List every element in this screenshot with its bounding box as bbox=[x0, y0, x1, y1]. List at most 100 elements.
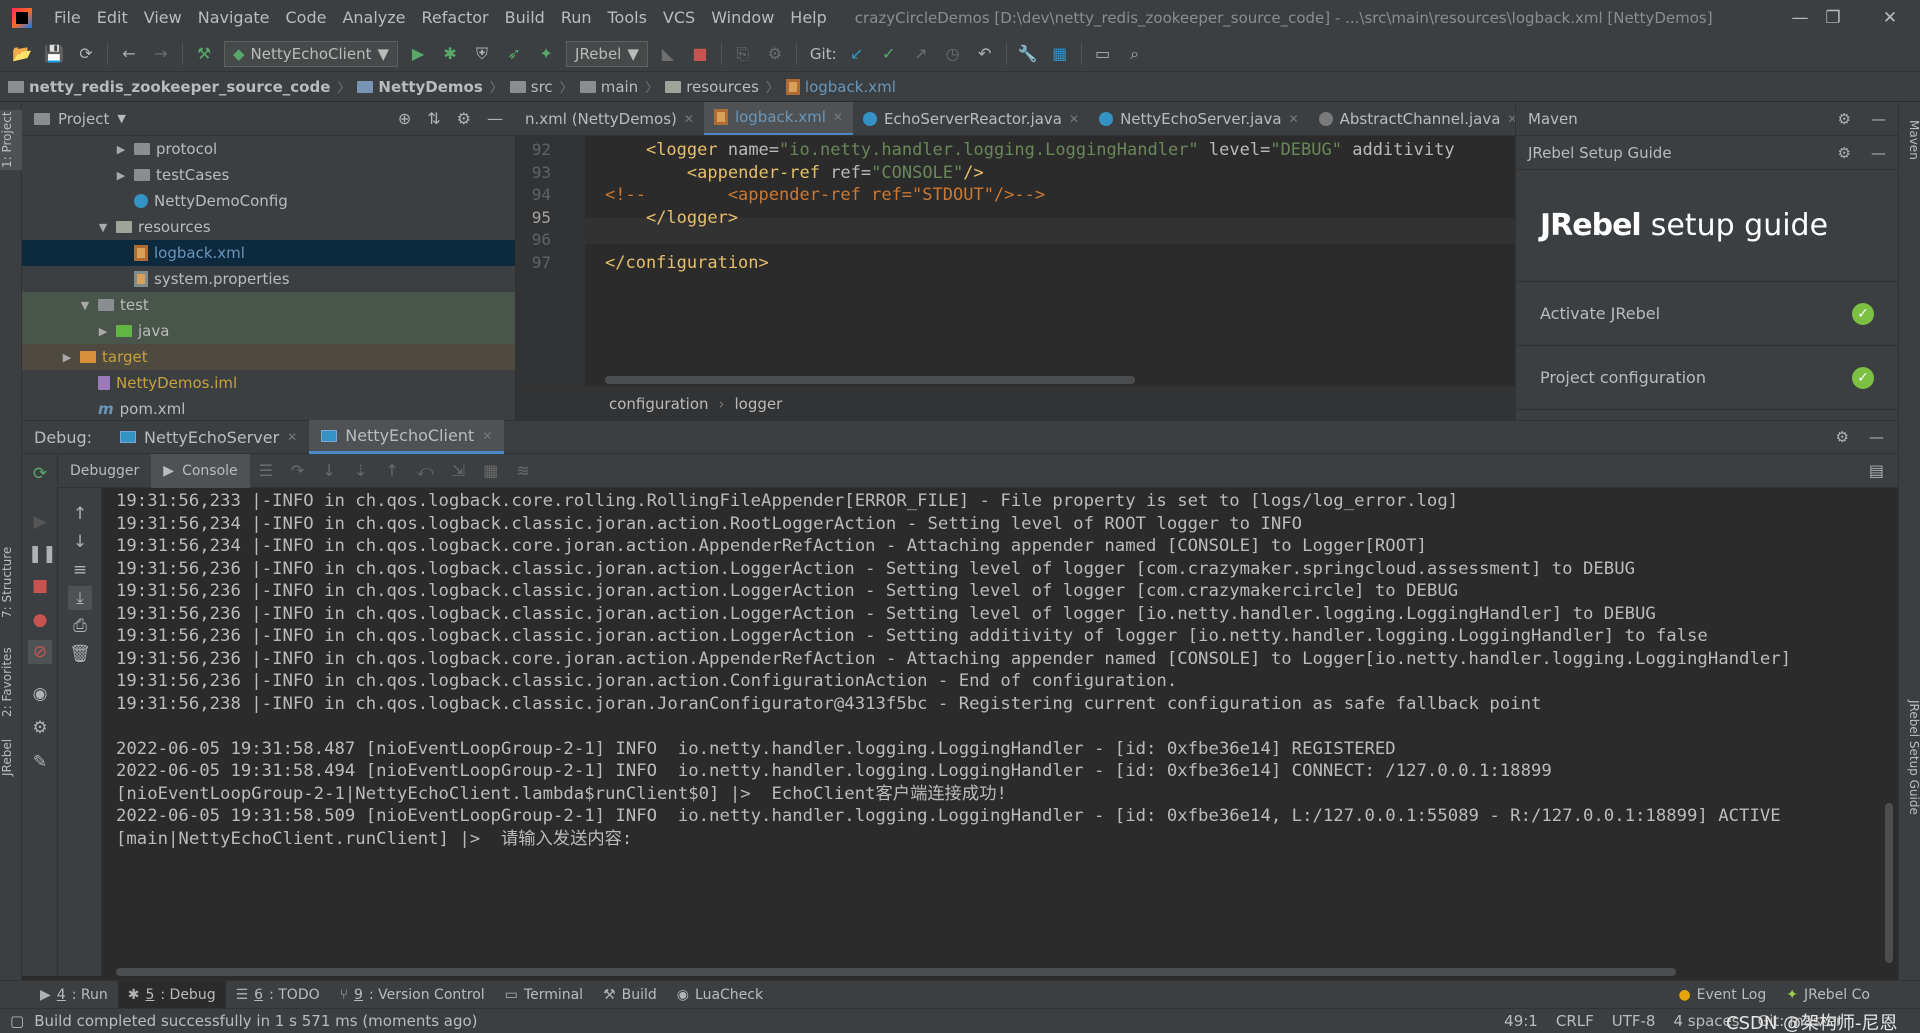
collapsed-arrow-icon[interactable]: ▶ bbox=[114, 143, 128, 156]
menu-lines-icon[interactable]: ☰ bbox=[259, 461, 273, 480]
close-icon[interactable]: ✕ bbox=[1507, 112, 1515, 126]
menu-window[interactable]: Window bbox=[703, 0, 782, 36]
run-icon[interactable]: ▶ bbox=[404, 40, 432, 68]
menu-code[interactable]: Code bbox=[278, 0, 335, 36]
file-encoding[interactable]: UTF-8 bbox=[1612, 1012, 1656, 1030]
save-all-icon[interactable]: 💾 bbox=[40, 40, 68, 68]
expanded-arrow-icon[interactable]: ▼ bbox=[78, 299, 92, 312]
console-output[interactable]: 19:31:56,233 |-INFO in ch.qos.logback.co… bbox=[102, 488, 1898, 976]
project-view-select[interactable]: Project ▼ bbox=[34, 110, 126, 128]
tree-item[interactable]: ▶ testCases bbox=[22, 162, 515, 188]
guide-item-project-config[interactable]: Project configuration ✓ bbox=[1516, 346, 1898, 410]
event-log-tab[interactable]: ● Event Log bbox=[1668, 981, 1776, 1009]
open-folder-icon[interactable]: 📂 bbox=[8, 40, 36, 68]
mute-breakpoints-icon[interactable]: ⊘ bbox=[28, 640, 52, 664]
menu-navigate[interactable]: Navigate bbox=[190, 0, 278, 36]
menu-file[interactable]: File bbox=[46, 0, 89, 36]
tree-item[interactable]: logback.xml bbox=[22, 240, 515, 266]
menu-refactor[interactable]: Refactor bbox=[414, 0, 497, 36]
scroll-to-end-icon[interactable]: ⤓ bbox=[68, 586, 92, 610]
git-commit-icon[interactable]: ✓ bbox=[875, 40, 903, 68]
trace-icon[interactable]: ≋ bbox=[516, 461, 529, 480]
breadcrumb-item-root[interactable]: netty_redis_zookeeper_source_code bbox=[8, 78, 330, 96]
gear-icon[interactable]: ⚙ bbox=[28, 716, 52, 740]
jrebel-console-tab[interactable]: ✦ JRebel Co bbox=[1776, 981, 1880, 1009]
collapsed-arrow-icon[interactable]: ▶ bbox=[96, 325, 110, 338]
locate-target-icon[interactable]: ⊕ bbox=[398, 109, 411, 128]
tree-item[interactable]: ▶ protocol bbox=[22, 136, 515, 162]
menu-help[interactable]: Help bbox=[782, 0, 834, 36]
git-rollback-icon[interactable]: ↶ bbox=[971, 40, 999, 68]
tree-item[interactable]: ▶ java bbox=[22, 318, 515, 344]
git-push-icon[interactable]: ↗ bbox=[907, 40, 935, 68]
gear-icon[interactable]: ⚙ bbox=[1838, 144, 1851, 162]
expanded-arrow-icon[interactable]: ▼ bbox=[96, 221, 110, 234]
hide-panel-icon[interactable]: — bbox=[487, 109, 503, 128]
line-separator[interactable]: CRLF bbox=[1556, 1012, 1594, 1030]
guide-item-activate[interactable]: Activate JRebel ✓ bbox=[1516, 282, 1898, 346]
tool-tab[interactable]: ☰ 6: TODO bbox=[226, 981, 330, 1009]
tool-tab-structure[interactable]: 7: Structure bbox=[0, 542, 22, 622]
editor-tab[interactable]: logback.xml ✕ bbox=[703, 102, 853, 135]
tab-debugger[interactable]: Debugger bbox=[58, 454, 151, 488]
collapse-all-icon[interactable]: ⇅ bbox=[427, 109, 440, 128]
stop-icon[interactable]: ■ bbox=[686, 40, 714, 68]
evaluate-icon[interactable]: ▦ bbox=[483, 461, 498, 480]
code-editor[interactable]: 92 93 94 95 96 97 <logger name="io.netty.hand… bbox=[515, 136, 1515, 386]
arrow-up-icon[interactable]: ↑ bbox=[68, 502, 92, 526]
debug-session-tab-client[interactable]: NettyEchoClient ✕ bbox=[309, 420, 505, 454]
tree-item[interactable]: system.properties bbox=[22, 266, 515, 292]
tool-tab[interactable]: ◉ LuaCheck bbox=[667, 981, 773, 1009]
caret-position[interactable]: 49:1 bbox=[1504, 1012, 1538, 1030]
tree-item[interactable]: ▶ target bbox=[22, 344, 515, 370]
stop-icon[interactable]: ■ bbox=[28, 574, 52, 598]
gear-icon[interactable]: ⚙ bbox=[457, 109, 471, 128]
project-structure-icon[interactable]: ▦ bbox=[1046, 40, 1074, 68]
close-window-button[interactable]: ✕ bbox=[1860, 0, 1920, 36]
search-icon[interactable]: ⌕ bbox=[1121, 40, 1149, 68]
menu-view[interactable]: View bbox=[136, 0, 190, 36]
tool-tab[interactable]: ✱ 5: Debug bbox=[117, 980, 226, 1009]
tool-tab[interactable]: ▭ Terminal bbox=[495, 981, 593, 1009]
tool-tab[interactable]: ▶ 4: Run bbox=[30, 981, 118, 1009]
console-horizontal-scrollbar[interactable] bbox=[116, 968, 1676, 976]
collapsed-arrow-icon[interactable]: ▶ bbox=[114, 169, 128, 182]
settings-wrench-icon[interactable]: 🔧 bbox=[1014, 40, 1042, 68]
jrebel-run-icon[interactable]: ➶ bbox=[500, 40, 528, 68]
step-out-icon[interactable]: ↑ bbox=[385, 461, 398, 480]
build-hammer-icon[interactable]: ⚒ bbox=[190, 40, 218, 68]
breadcrumb-item-resources[interactable]: resources bbox=[665, 78, 759, 96]
tool-tab[interactable]: ⑂ 9: Version Control bbox=[330, 981, 495, 1009]
gear-icon[interactable]: ⚙ bbox=[1838, 110, 1851, 128]
tool-tab[interactable]: ⚒ Build bbox=[593, 981, 667, 1009]
jrebel-select[interactable]: JRebel ▼ bbox=[566, 40, 648, 67]
menu-build[interactable]: Build bbox=[497, 0, 553, 36]
editor-tab[interactable]: n.xml (NettyDemos) ✕ bbox=[515, 102, 704, 135]
tree-item[interactable]: NettyDemos.iml bbox=[22, 370, 515, 396]
hide-panel-icon[interactable]: — bbox=[1871, 110, 1886, 128]
run-to-cursor-icon[interactable]: ⇲ bbox=[452, 461, 465, 480]
hide-panel-icon[interactable]: — bbox=[1869, 428, 1884, 446]
presentation-icon[interactable]: ▭ bbox=[1089, 40, 1117, 68]
coverage-icon[interactable]: ⛨ bbox=[468, 40, 496, 68]
gear-icon[interactable]: ⚙ bbox=[1836, 428, 1849, 446]
tab-console[interactable]: ▶ Console bbox=[151, 453, 250, 488]
step-over-icon[interactable]: ↷ bbox=[291, 461, 304, 480]
view-breakpoints-icon[interactable]: ● bbox=[28, 608, 52, 632]
menu-edit[interactable]: Edit bbox=[89, 0, 136, 36]
force-step-into-icon[interactable]: ⇣ bbox=[354, 461, 367, 480]
close-icon[interactable]: ✕ bbox=[287, 430, 297, 444]
menu-vcs[interactable]: VCS bbox=[655, 0, 703, 36]
trash-icon[interactable]: 🗑 bbox=[68, 642, 92, 666]
jrebel-debug-icon[interactable]: ✦ bbox=[532, 40, 560, 68]
close-icon[interactable]: ✕ bbox=[1069, 112, 1079, 126]
hide-panel-icon[interactable]: — bbox=[1871, 144, 1886, 162]
print-icon[interactable]: ⎙ bbox=[68, 614, 92, 638]
arrow-down-icon[interactable]: ↓ bbox=[68, 530, 92, 554]
git-history-icon[interactable]: ◷ bbox=[939, 40, 967, 68]
menu-analyze[interactable]: Analyze bbox=[334, 0, 413, 36]
tool-tab-project[interactable]: 1: Project bbox=[0, 110, 22, 170]
tree-item[interactable]: m pom.xml bbox=[22, 396, 515, 420]
tool-tab-jrebel[interactable]: JRebel bbox=[0, 732, 22, 782]
step-into-icon[interactable]: ↓ bbox=[322, 461, 335, 480]
